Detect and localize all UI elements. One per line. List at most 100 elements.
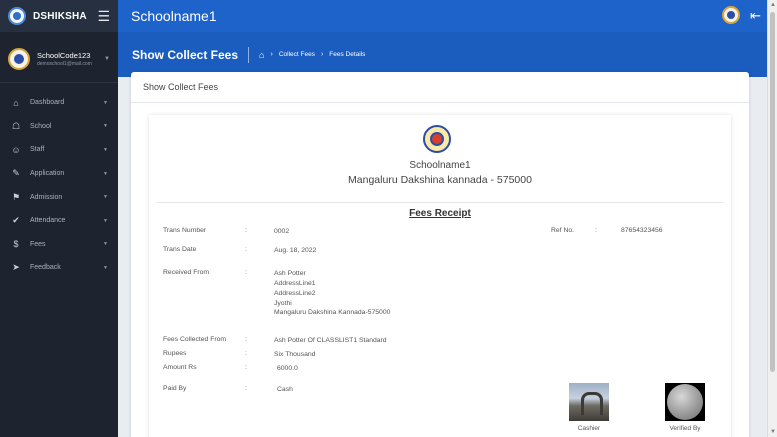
address-line: AddressLine2: [274, 289, 316, 297]
field-colon: :: [245, 350, 247, 357]
breadcrumb: ⌂ › Collect Fees › Fees Details: [259, 50, 365, 60]
sidebar-item-application[interactable]: ✎ Application ▼: [0, 162, 118, 186]
field-colon: :: [245, 246, 247, 253]
page-title: Show Collect Fees: [132, 47, 239, 62]
breadcrumb-fees-details: Fees Details: [329, 51, 366, 58]
chevron-right-icon: ›: [270, 51, 273, 58]
sidebar-item-label: Attendance: [30, 217, 66, 225]
verified-label: Verified By: [669, 425, 701, 432]
menu-icon[interactable]: ☰: [97, 9, 110, 23]
profile-email: demoschool1@mail.com: [37, 60, 92, 67]
logout-icon[interactable]: ⇤: [750, 9, 761, 22]
field-label: Trans Number: [163, 227, 207, 234]
sidebar-item-label: Admission: [30, 193, 63, 201]
address-line: AddressLine1: [274, 279, 316, 287]
school-logo: [423, 125, 451, 153]
user-profile[interactable]: SchoolCode123 demoschool1@mail.com ▼: [0, 36, 118, 83]
sidebar-nav: ⌂ Dashboard ▼ ☖ School ▼ ☺ Staff ▼ ✎ Applicatio…: [0, 91, 118, 280]
chevron-down-icon: ▼: [103, 170, 108, 177]
field-label: Rupees: [163, 350, 187, 357]
home-icon[interactable]: ⌂: [259, 50, 264, 60]
sidebar-item-staff[interactable]: ☺ Staff ▼: [0, 138, 118, 162]
scroll-up-icon[interactable]: ▲: [770, 2, 776, 8]
amount-value: 6000.0: [277, 365, 298, 372]
sidebar-item-school[interactable]: ☖ School ▼: [0, 115, 118, 139]
address-line: Ash Potter: [274, 270, 306, 277]
school-name: Schoolname1: [409, 160, 471, 171]
divider: [248, 46, 250, 63]
chevron-down-icon: ▼: [103, 123, 108, 130]
verified-image: [665, 383, 705, 421]
sidebar-item-attendance[interactable]: ✔ Attendance ▼: [0, 209, 118, 233]
field-label: Received From: [163, 269, 210, 276]
sidebar-item-admission[interactable]: ⚑ Admission ▼: [0, 185, 118, 209]
field-colon: :: [245, 336, 247, 343]
page-header: Show Collect Fees ⌂ › Collect Fees › Fee…: [118, 32, 767, 77]
content-card: Show Collect Fees Schoolname1 Mangaluru …: [131, 72, 749, 437]
breadcrumb-collect-fees[interactable]: Collect Fees: [279, 51, 315, 58]
sidebar-item-label: Fees: [30, 240, 46, 248]
cashier-signature: Cashier: [567, 383, 611, 432]
page-scrollbar[interactable]: ▲ ▼: [767, 0, 777, 437]
rupees-value: Six Thousand: [274, 351, 316, 358]
field-label: Ref No.: [551, 227, 575, 234]
field-colon: :: [245, 227, 247, 234]
sidebar: DSHIKSHA ☰ SchoolCode123 demoschool1@mai…: [0, 0, 118, 437]
paid-by-value: Cash: [277, 386, 293, 393]
sidebar-item-fees[interactable]: $ Fees ▼: [0, 233, 118, 257]
cashier-image: [569, 383, 609, 421]
chevron-right-icon: ›: [320, 51, 324, 58]
chevron-down-icon: ▼: [103, 217, 108, 224]
card-title: Show Collect Fees: [131, 72, 749, 103]
chevron-down-icon: ▼: [103, 146, 108, 153]
sidebar-item-label: Dashboard: [30, 99, 65, 107]
field-label: Amount Rs: [163, 364, 197, 371]
chevron-down-icon: ▼: [103, 264, 108, 271]
app-title: Schoolname1: [131, 8, 217, 24]
brand-name: DSHIKSHA: [33, 10, 87, 22]
trans-number-value: 0002: [274, 228, 290, 235]
fees-collected-from-value: Ash Potter Of CLASSLIST1 Standard: [274, 337, 387, 344]
fees-receipt: Schoolname1 Mangaluru Dakshina kannada -…: [149, 115, 731, 437]
staff-icon: ☺: [11, 144, 21, 155]
trans-date-value: Aug. 18, 2022: [274, 247, 317, 254]
field-colon: :: [245, 364, 247, 371]
field-label: Paid By: [163, 385, 187, 392]
ref-no-value: 87654323456: [621, 227, 663, 234]
received-from-value: Ash Potter AddressLine1 AddressLine2 Jyo…: [274, 269, 454, 318]
address-line: Mangaluru Dakshina Kannada-575000: [274, 309, 391, 317]
dollar-icon: $: [13, 239, 19, 250]
attendance-icon: ✔: [12, 215, 20, 226]
feedback-icon: ➤: [12, 262, 20, 273]
scroll-thumb[interactable]: [770, 12, 775, 372]
field-colon: :: [245, 269, 247, 276]
divider: [157, 202, 723, 203]
field-label: Trans Date: [163, 246, 197, 253]
chevron-down-icon: ▼: [103, 241, 108, 248]
profile-name: SchoolCode123: [37, 51, 91, 61]
cashier-label: Cashier: [577, 425, 601, 432]
sidebar-item-label: School: [30, 122, 52, 130]
admission-icon: ⚑: [11, 191, 21, 202]
sidebar-item-label: Staff: [30, 146, 45, 154]
avatar: [8, 48, 30, 70]
application-icon: ✎: [12, 168, 20, 179]
ref-no-row: Ref No. : 87654323456: [551, 227, 663, 234]
sidebar-item-label: Application: [30, 170, 65, 178]
chevron-down-icon: ▼: [103, 99, 108, 106]
school-icon: ☖: [11, 120, 21, 131]
school-address: Mangaluru Dakshina kannada - 575000: [348, 174, 532, 186]
scroll-down-icon[interactable]: ▼: [770, 429, 776, 435]
dashboard-icon: ⌂: [13, 97, 19, 108]
brand-bar: DSHIKSHA ☰: [0, 0, 118, 32]
user-avatar[interactable]: [722, 6, 741, 24]
receipt-heading: Fees Receipt: [409, 208, 471, 219]
field-colon: :: [595, 227, 597, 234]
sidebar-item-feedback[interactable]: ➤ Feedback ▼: [0, 256, 118, 280]
top-bar: Schoolname1 ⇤: [118, 0, 767, 32]
chevron-down-icon: ▼: [104, 56, 110, 62]
sidebar-item-dashboard[interactable]: ⌂ Dashboard ▼: [0, 91, 118, 115]
field-label: Fees Collected From: [163, 336, 227, 343]
address-line: Jyothi: [274, 299, 292, 307]
verified-signature: Verified By: [663, 383, 707, 432]
